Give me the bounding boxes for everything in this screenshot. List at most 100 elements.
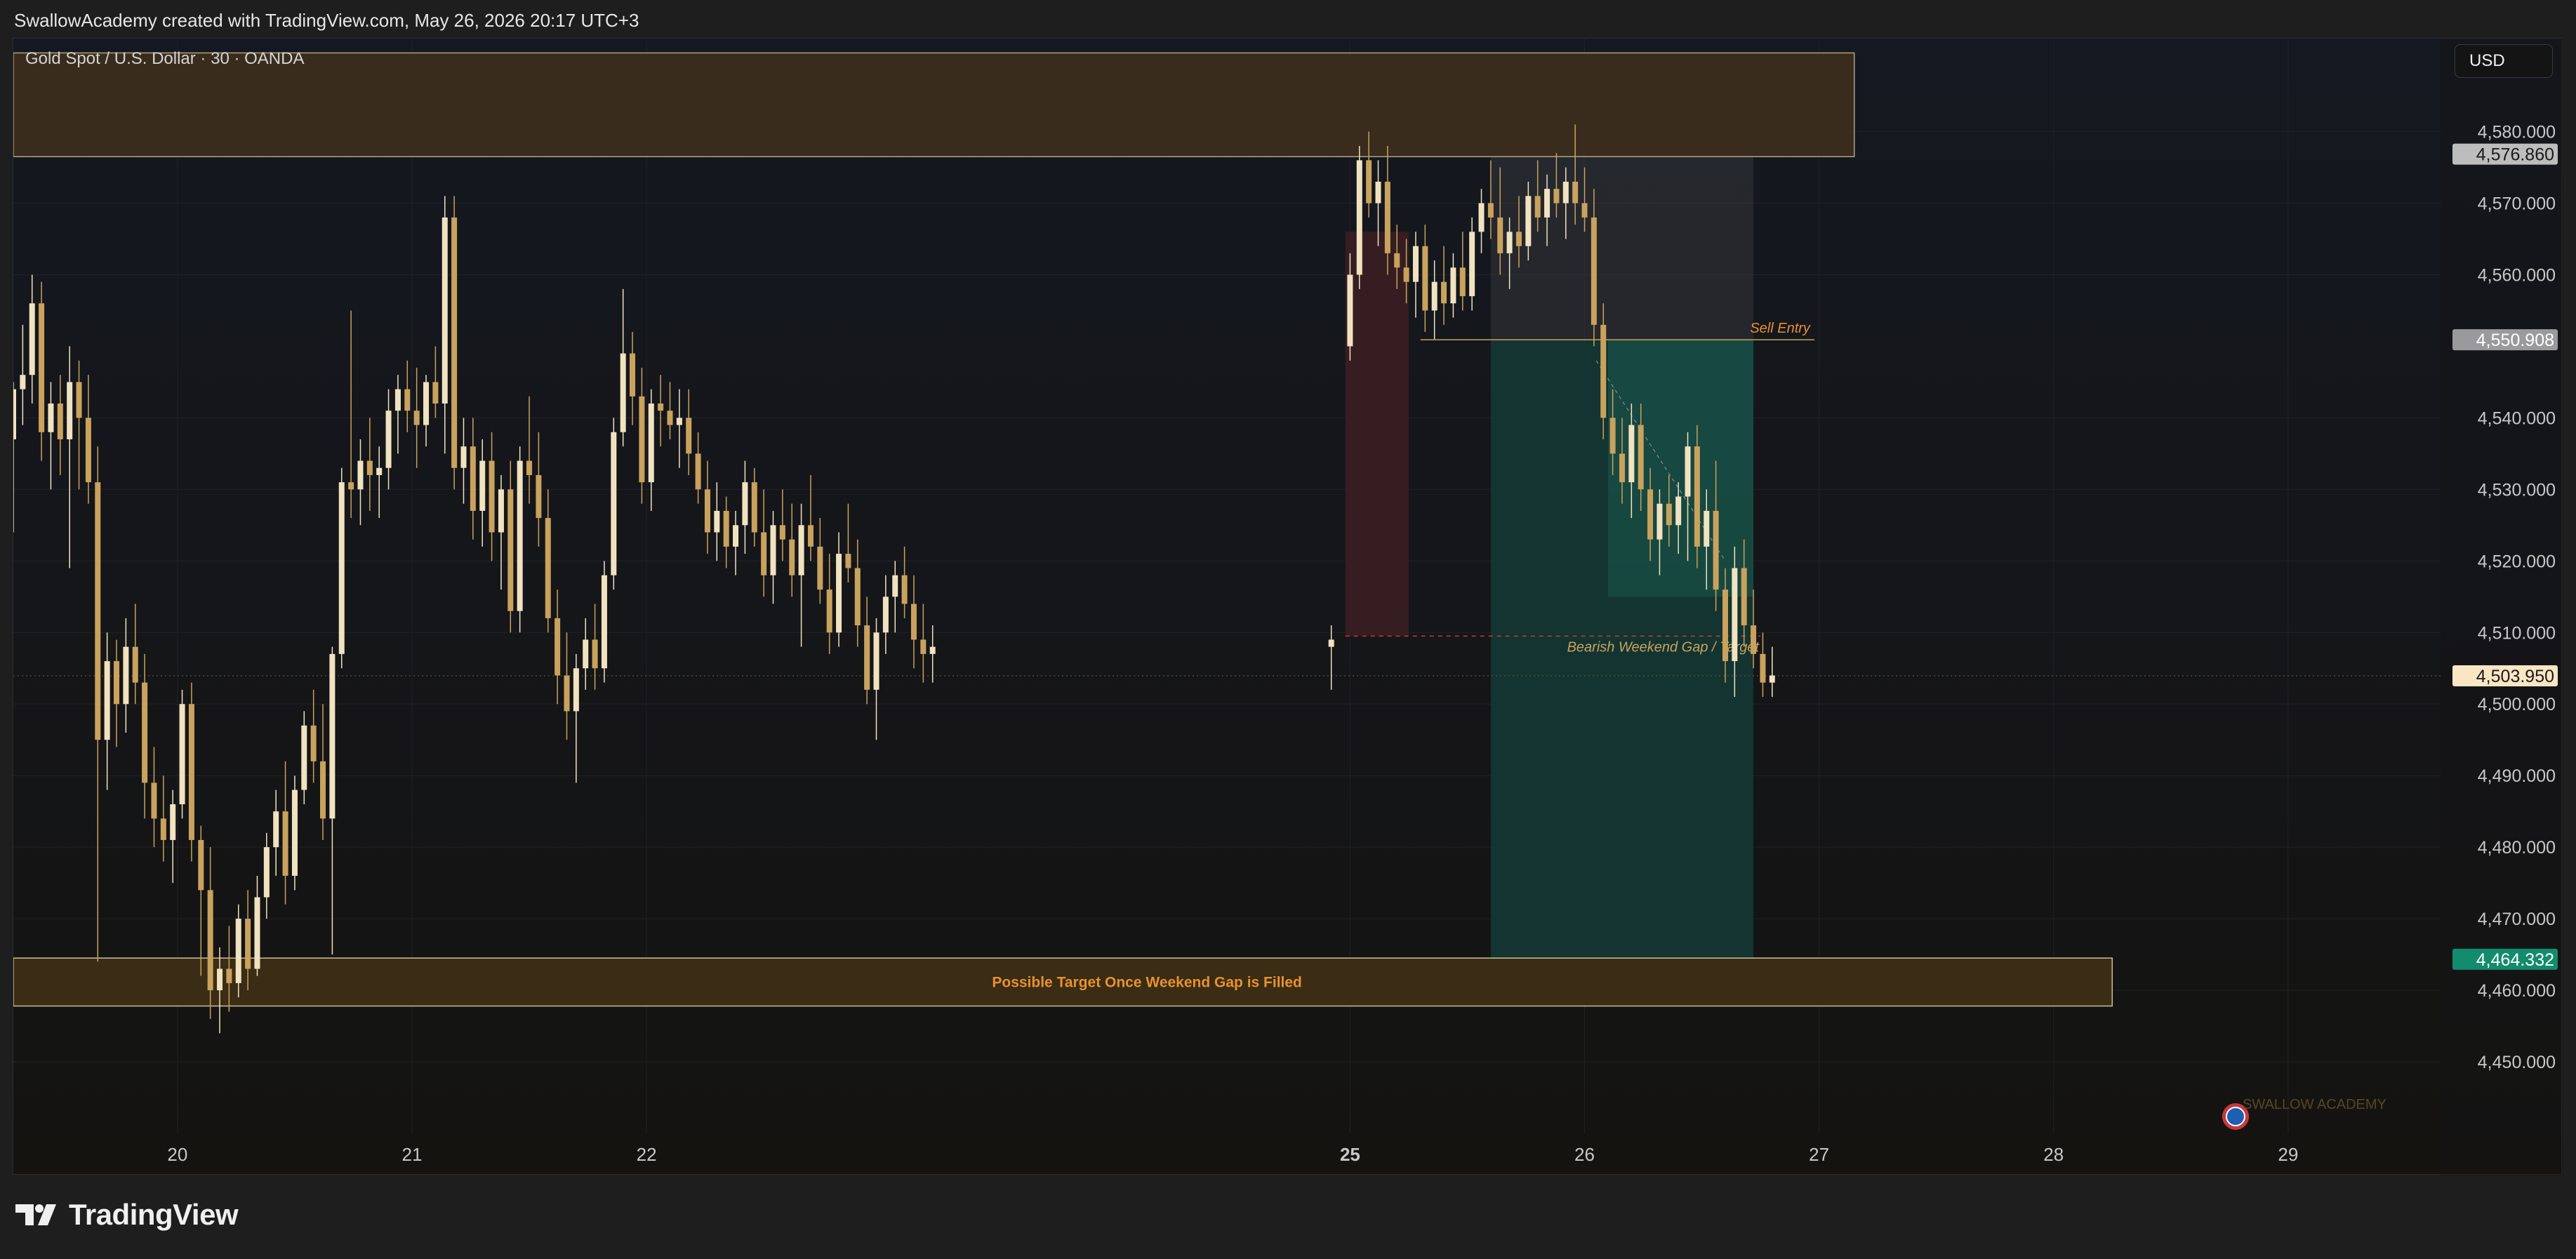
candle-body bbox=[1431, 281, 1438, 311]
candle-body bbox=[179, 704, 185, 804]
candle-body bbox=[1657, 503, 1663, 540]
candle-body bbox=[1591, 217, 1597, 325]
x-tick-label: 20 bbox=[167, 1144, 187, 1165]
candle-body bbox=[704, 489, 710, 533]
candle-body bbox=[1515, 232, 1522, 246]
candle-body bbox=[517, 460, 523, 611]
candle-body bbox=[920, 639, 927, 654]
candle-body bbox=[123, 646, 129, 705]
candle-body bbox=[67, 382, 73, 439]
candle-body bbox=[76, 382, 82, 418]
candle-body bbox=[1722, 589, 1728, 662]
candle-body bbox=[882, 597, 889, 633]
candle-body bbox=[226, 968, 232, 983]
candle-body bbox=[1403, 267, 1409, 282]
candle-body bbox=[1478, 203, 1485, 232]
candle-body bbox=[658, 404, 664, 411]
candle-body bbox=[1741, 568, 1747, 626]
candle-body bbox=[329, 653, 336, 819]
x-tick-label: 29 bbox=[2278, 1144, 2298, 1165]
candle-body bbox=[301, 725, 307, 790]
candle-body bbox=[1412, 246, 1419, 282]
chart-canvas[interactable]: Possible Target Once Weekend Gap is Fill… bbox=[13, 39, 2563, 1175]
candle-body bbox=[845, 554, 851, 568]
candle-body bbox=[273, 811, 279, 848]
candle-body bbox=[536, 474, 542, 519]
candle-body bbox=[114, 661, 120, 705]
candle-body bbox=[132, 646, 138, 683]
candle-body bbox=[39, 303, 45, 432]
candle-body bbox=[85, 418, 91, 483]
candle-body bbox=[910, 604, 917, 640]
candle-body bbox=[751, 482, 757, 533]
candle-body bbox=[667, 411, 673, 425]
y-tick-label: 4,460.000 bbox=[2478, 981, 2556, 1001]
candle-body bbox=[620, 353, 626, 432]
tradingview-logo[interactable]: TradingView bbox=[15, 1198, 239, 1232]
gap-target-label: Bearish Weekend Gap / Target bbox=[1567, 639, 1760, 655]
candle-body bbox=[526, 460, 533, 475]
candle-body bbox=[404, 389, 411, 411]
candle-body bbox=[1600, 324, 1607, 418]
x-tick-label: 26 bbox=[1574, 1144, 1595, 1165]
candle-body bbox=[263, 847, 270, 898]
y-tick-label: 4,570.000 bbox=[2478, 194, 2556, 214]
candle-body bbox=[836, 554, 842, 633]
price-tag-label: 4,464.332 bbox=[2476, 950, 2554, 970]
candle-body bbox=[423, 382, 430, 425]
candle-body bbox=[1609, 418, 1616, 454]
candle-body bbox=[48, 404, 54, 432]
candle-body bbox=[357, 460, 364, 490]
candle-body bbox=[714, 510, 720, 533]
candle-body bbox=[789, 539, 795, 575]
y-tick-label: 4,480.000 bbox=[2478, 838, 2556, 858]
y-tick-label: 4,560.000 bbox=[2478, 265, 2556, 285]
candle-body bbox=[413, 411, 420, 425]
candle-body bbox=[348, 482, 354, 490]
candle-body bbox=[235, 919, 241, 983]
sell-entry-label: Sell Entry bbox=[1750, 321, 1811, 336]
candle-body bbox=[929, 646, 936, 654]
currency-button[interactable]: USD bbox=[2455, 44, 2553, 78]
tradingview-logo-icon bbox=[15, 1204, 56, 1225]
position-stop-area bbox=[1490, 154, 1754, 340]
price-tag-label: 4,550.908 bbox=[2476, 331, 2554, 350]
candle-body bbox=[198, 839, 204, 891]
candle-body bbox=[1422, 246, 1428, 311]
price-tag-label: 4,576.860 bbox=[2476, 145, 2554, 165]
candle-body bbox=[1459, 267, 1466, 297]
candle-body bbox=[545, 518, 551, 618]
weekend-gap-zone bbox=[1345, 232, 1409, 637]
candle-body bbox=[320, 761, 326, 819]
candle-body bbox=[1704, 510, 1710, 547]
candle-body bbox=[1394, 253, 1400, 268]
candle-body bbox=[1628, 425, 1635, 483]
candle-body bbox=[479, 460, 486, 511]
candle-body bbox=[733, 525, 739, 547]
candle-body bbox=[385, 411, 392, 468]
candle-body bbox=[1769, 675, 1775, 683]
candle-body bbox=[441, 217, 448, 404]
candle-body bbox=[1450, 267, 1456, 304]
candle-body bbox=[20, 375, 26, 389]
candle-body bbox=[95, 482, 101, 740]
candle-body bbox=[1544, 189, 1551, 218]
candle-body bbox=[723, 510, 729, 547]
candle-body bbox=[1487, 203, 1494, 218]
candle-body bbox=[460, 446, 467, 468]
candle-body bbox=[1506, 232, 1513, 253]
watermark-text: SWALLOW ACADEMY bbox=[2243, 1097, 2386, 1112]
x-tick-label: 22 bbox=[637, 1144, 657, 1165]
y-tick-label: 4,540.000 bbox=[2478, 408, 2556, 428]
candle-body bbox=[151, 782, 157, 819]
candle-body bbox=[188, 704, 194, 840]
x-tick-label: 25 bbox=[1340, 1144, 1360, 1165]
candle-body bbox=[611, 432, 617, 575]
chart-pane[interactable]: Possible Target Once Weekend Gap is Fill… bbox=[13, 38, 2563, 1175]
candle-body bbox=[104, 661, 110, 740]
attribution-bar: SwallowAcademy created with TradingView.… bbox=[0, 0, 2576, 38]
candle-body bbox=[160, 818, 166, 840]
candle-body bbox=[245, 919, 251, 969]
candle-body bbox=[864, 625, 870, 690]
candle-body bbox=[338, 482, 345, 654]
